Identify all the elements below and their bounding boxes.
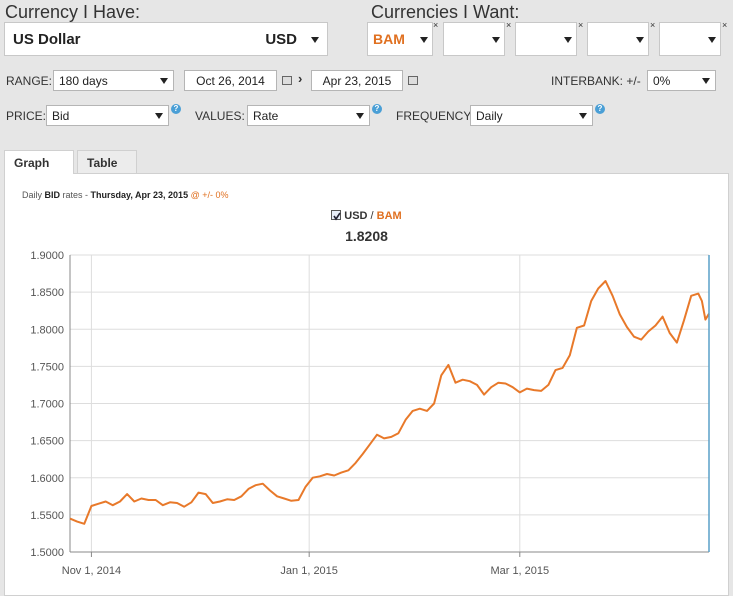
y-tick-label: 1.7000 <box>30 399 64 411</box>
y-tick-label: 1.8000 <box>30 324 64 336</box>
line-chart: 1.9000 1.8500 1.8000 1.7500 1.7000 1.6500 1.60… <box>30 250 710 577</box>
series-line-usd-bam <box>69 280 710 525</box>
y-tick-label: 1.6000 <box>30 473 64 485</box>
y-tick-label: 1.8500 <box>30 287 64 299</box>
x-tick-label: Nov 1, 2014 <box>62 565 121 577</box>
x-tick-label: Jan 1, 2015 <box>280 565 338 577</box>
y-tick-label: 1.5000 <box>30 547 64 559</box>
y-tick-label: 1.6500 <box>30 436 64 448</box>
y-tick-label: 1.5500 <box>30 510 64 522</box>
x-tick-label: Mar 1, 2015 <box>490 565 549 577</box>
y-tick-label: 1.9000 <box>30 250 64 262</box>
y-tick-label: 1.7500 <box>30 361 64 373</box>
